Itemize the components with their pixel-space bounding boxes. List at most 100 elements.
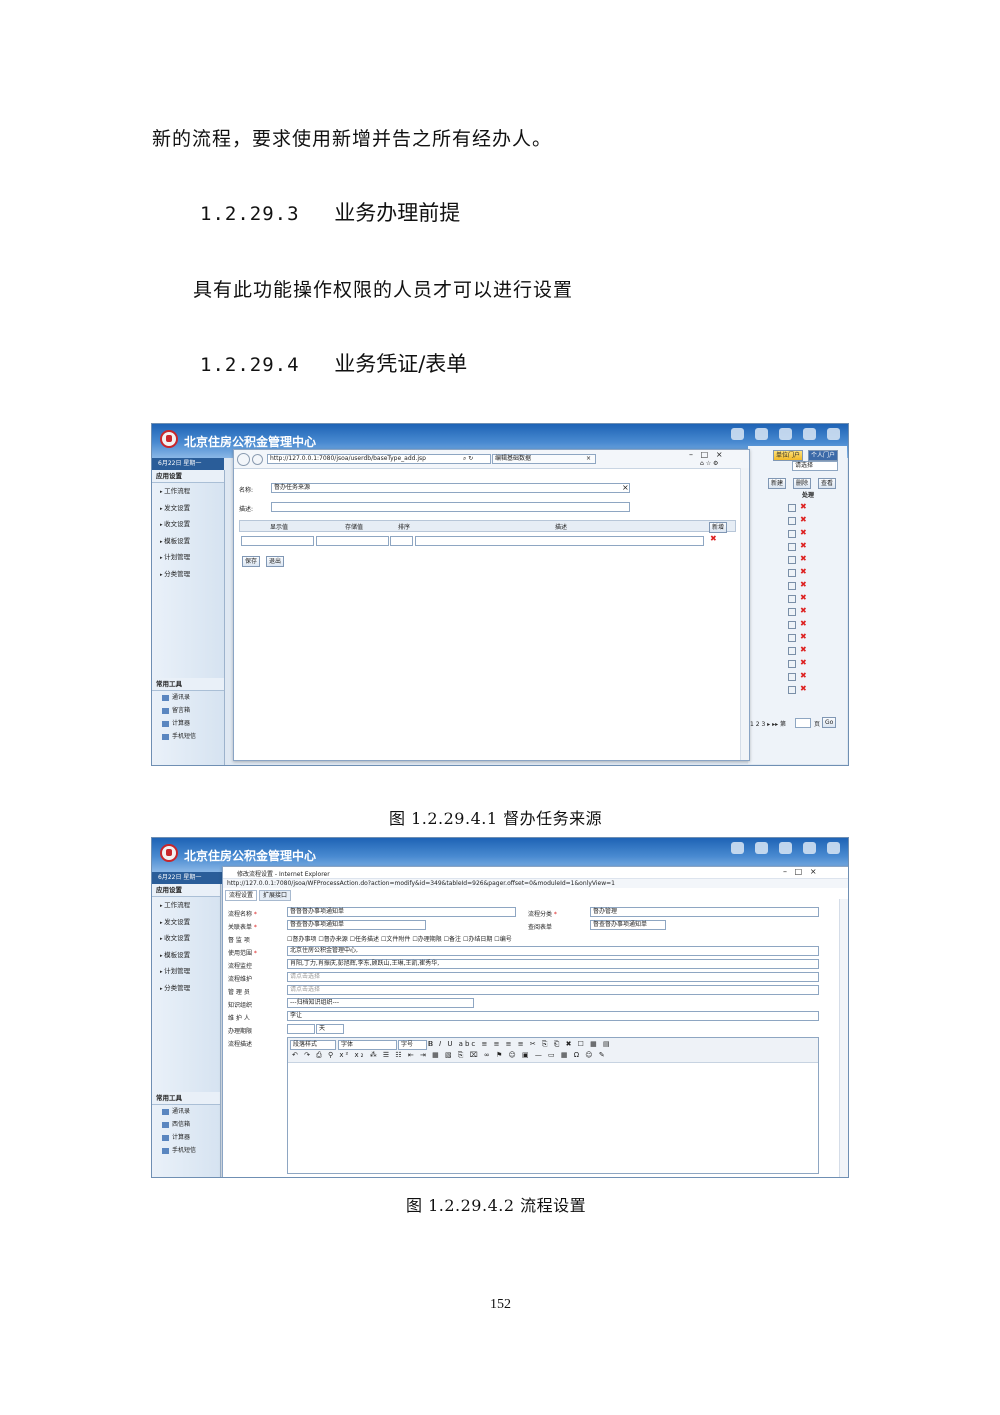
paragraph-style-select[interactable]: 段落样式 (290, 1040, 336, 1050)
browser-tab[interactable]: 编辑基础数据 (492, 454, 596, 464)
edit-icon[interactable] (788, 582, 796, 590)
edit-icon[interactable] (788, 686, 796, 694)
tool-contacts[interactable]: 通讯录 (152, 1105, 220, 1118)
mail-icon[interactable] (803, 428, 816, 440)
exit-button[interactable]: 退出 (266, 556, 285, 567)
checkbox[interactable]: ☐文件附件 (381, 936, 410, 943)
sidebar-item-workflow[interactable]: 工作流程 (152, 897, 220, 914)
delete-icon[interactable]: ✖ (800, 580, 807, 589)
delete-button[interactable]: 删除 (793, 478, 812, 489)
save-button[interactable]: 保存 (242, 556, 261, 567)
sidebar-item-receive[interactable]: 收文设置 (152, 930, 220, 947)
scrollbar[interactable] (839, 899, 848, 1177)
help-icon[interactable] (827, 842, 840, 854)
edit-icon[interactable] (788, 543, 796, 551)
edit-icon[interactable] (788, 634, 796, 642)
category-select[interactable]: 督办管理 (590, 907, 819, 917)
go-button[interactable]: Go (822, 717, 837, 728)
font-size-select[interactable]: 字号 (398, 1040, 427, 1050)
checkbox[interactable]: ☐备注 (444, 936, 461, 943)
delete-row-icon[interactable]: ✖ (710, 534, 717, 543)
tool-calculator[interactable]: 计算器 (152, 717, 224, 730)
edit-icon[interactable] (788, 504, 796, 512)
page-input[interactable] (795, 718, 811, 728)
edit-icon[interactable] (788, 517, 796, 525)
delete-icon[interactable]: ✖ (800, 593, 807, 602)
tab-process-settings[interactable]: 流程设置 (225, 890, 258, 901)
delete-icon[interactable]: ✖ (800, 567, 807, 576)
checkbox[interactable]: ☐督办事项 (287, 936, 316, 943)
back-icon[interactable] (779, 428, 792, 440)
font-select[interactable]: 字体 (338, 1040, 397, 1050)
refresh-icon[interactable] (755, 428, 768, 440)
add-row-button[interactable]: 新增 (709, 522, 728, 533)
edit-icon[interactable] (788, 595, 796, 603)
tool-sms[interactable]: 手机短信 (152, 1144, 220, 1157)
query-select[interactable]: 督查督办事项通知单 (590, 920, 666, 930)
delete-icon[interactable]: ✖ (800, 528, 807, 537)
sidebar-item-category[interactable]: 分类管理 (152, 980, 220, 997)
delete-icon[interactable]: ✖ (800, 684, 807, 693)
scope-input[interactable]: 北京住房公积金管理中心, (287, 946, 819, 956)
tool-message-box[interactable]: 留言箱 (152, 704, 224, 717)
store-input[interactable] (316, 536, 389, 546)
delete-icon[interactable]: ✖ (800, 554, 807, 563)
delete-icon[interactable]: ✖ (800, 541, 807, 550)
delete-icon[interactable]: ✖ (800, 658, 807, 667)
keeper-input[interactable]: 李让 (287, 1011, 819, 1021)
checkbox[interactable]: ☐编号 (494, 936, 511, 943)
checkbox[interactable]: ☐办理期限 (412, 936, 441, 943)
edit-icon[interactable] (788, 608, 796, 616)
clear-icon[interactable]: × (622, 483, 629, 492)
display-input[interactable] (241, 536, 314, 546)
personal-portal-button[interactable]: 个人门户 (808, 450, 839, 461)
rich-text-editor[interactable]: 段落样式 字体 字号 𝐁 𝐼 U abc ≡ ≡ ≡ ≡ ✂ ⎘ ⎗ ✖ ☐ ▦… (287, 1037, 819, 1174)
sidebar-item-template[interactable]: 模板设置 (152, 947, 220, 964)
tool-mailbox[interactable]: 西信箱 (152, 1118, 220, 1131)
edit-icon[interactable] (788, 647, 796, 655)
sidebar-item-dispatch[interactable]: 发文设置 (152, 500, 224, 517)
delete-icon[interactable]: ✖ (800, 671, 807, 680)
monitor-input[interactable]: 肖阳,丁力,肖振庆,彭旭辉,李东,顾跃山,王琳,王凯,崔秀华, (287, 959, 819, 969)
sidebar-item-receive[interactable]: 收文设置 (152, 516, 224, 533)
delete-icon[interactable]: ✖ (800, 515, 807, 524)
sidebar-item-plan[interactable]: 计划管理 (152, 549, 224, 566)
row-desc-input[interactable] (415, 536, 704, 546)
view-button[interactable]: 查看 (818, 478, 837, 489)
sidebar-item-category[interactable]: 分类管理 (152, 566, 224, 583)
delete-icon[interactable]: ✖ (800, 502, 807, 511)
edit-icon[interactable] (788, 621, 796, 629)
tool-sms[interactable]: 手机短信 (152, 730, 224, 743)
maintain-input[interactable]: 请点击选择 (287, 972, 819, 982)
help-icon[interactable] (827, 428, 840, 440)
refresh-icon[interactable] (755, 842, 768, 854)
manager-input[interactable]: 请点击选择 (287, 985, 819, 995)
form-select[interactable]: 督查督办事项通知单 (287, 920, 426, 930)
deadline-unit-select[interactable]: 天 (316, 1024, 344, 1034)
unit-portal-button[interactable]: 单位门户 (773, 450, 804, 461)
url-field[interactable]: http://127.0.0.1:7080/jsoa/userdb/baseTy… (267, 454, 491, 464)
delete-icon[interactable]: ✖ (800, 606, 807, 615)
window-controls[interactable]: – □ × (783, 867, 817, 876)
delete-icon[interactable]: ✖ (800, 619, 807, 628)
new-button[interactable]: 新建 (768, 478, 787, 489)
order-input[interactable] (390, 536, 413, 546)
checkbox[interactable]: ☐督办来源 (318, 936, 347, 943)
edit-icon[interactable] (788, 660, 796, 668)
tab-extension[interactable]: 扩展接口 (259, 890, 292, 901)
window-controls[interactable]: – □ × (689, 450, 723, 459)
forward-icon[interactable] (252, 454, 263, 465)
tool-contacts[interactable]: 通讯录 (152, 691, 224, 704)
home-icon[interactable] (731, 842, 744, 854)
filter-select[interactable]: 请选择 (792, 461, 838, 471)
edit-icon[interactable] (788, 556, 796, 564)
edit-icons[interactable]: ↶ ↷ ⎙ ⚲ x² x₂ ⁂ ☰ ☷ ⇤ ⇥ ▦ ▧ ⎘ ⌧ ∞ ⚑ ☺ ▣ … (292, 1051, 607, 1060)
checkbox[interactable]: ☐办结日期 (463, 936, 492, 943)
deadline-input[interactable] (287, 1024, 315, 1034)
edit-icon[interactable] (788, 530, 796, 538)
checkbox[interactable]: ☐任务描述 (350, 936, 379, 943)
process-name-input[interactable]: 督督督办事项通知单 (287, 907, 516, 917)
delete-icon[interactable]: ✖ (800, 645, 807, 654)
back-icon[interactable] (779, 842, 792, 854)
scrollbar[interactable] (740, 468, 749, 760)
